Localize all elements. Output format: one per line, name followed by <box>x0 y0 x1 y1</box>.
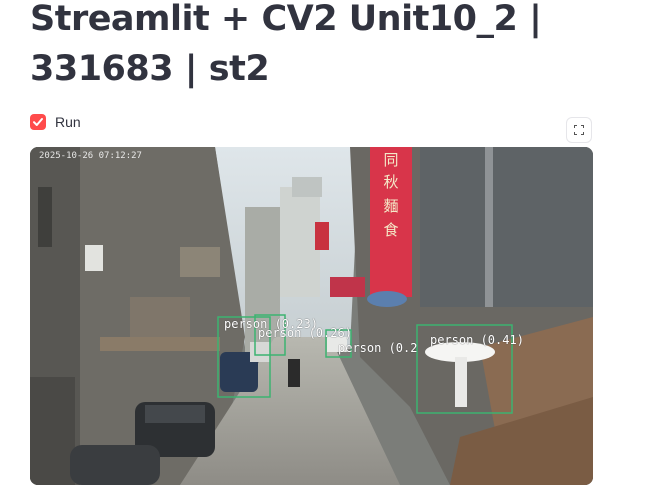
video-timestamp: 2025-10-26 07:12:27 <box>39 151 142 161</box>
fullscreen-button[interactable] <box>566 117 592 143</box>
checkmark-icon <box>33 118 43 126</box>
detection-label-4: person (0.41) <box>430 333 524 347</box>
sign-char-4: 食 <box>383 221 398 239</box>
sign-char-1: 同 <box>383 151 398 169</box>
page-title: Streamlit + CV2 Unit10_2 | 331683 | st2 <box>30 0 542 89</box>
run-checkbox[interactable] <box>30 114 46 130</box>
sign-char-2: 秋 <box>383 173 398 191</box>
sign-char-3: 麵 <box>383 197 398 215</box>
detection-label-2: person (0.26) <box>258 326 352 340</box>
video-frame: 同 秋 麵 食 2025-10-26 07:12:27 person (0.23… <box>30 147 593 485</box>
run-checkbox-row[interactable]: Run <box>30 112 81 132</box>
run-checkbox-label: Run <box>55 114 81 130</box>
detection-label-3: person (0.2 <box>338 341 418 355</box>
street-scene-image: 同 秋 麵 食 <box>30 147 593 485</box>
fullscreen-icon <box>574 125 584 135</box>
